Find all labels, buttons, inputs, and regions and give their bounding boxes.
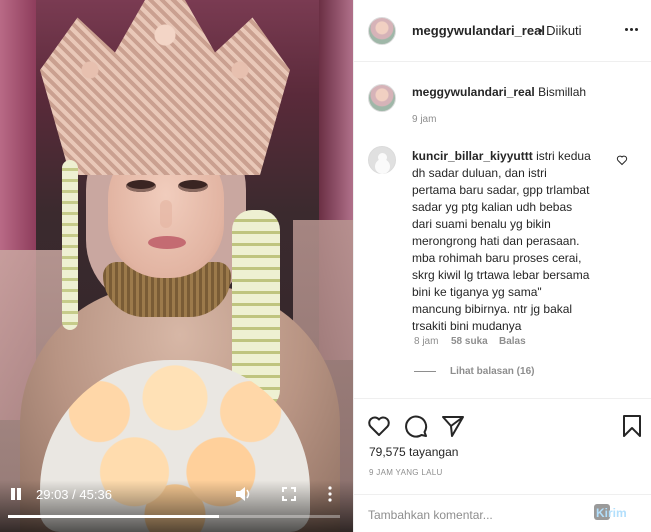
comment-body: kuncir_billar_kiyyuttt istri kedua dh sa… <box>412 148 612 335</box>
volume-icon[interactable] <box>236 487 252 501</box>
comment-line: pertama baru sadar, gpp trlambat <box>412 183 590 197</box>
view-count[interactable]: 79,575 tayangan <box>369 444 458 460</box>
comment-line: bini ke tiganya yg sama" <box>412 285 542 299</box>
avatar[interactable] <box>368 17 396 45</box>
more-icon[interactable] <box>325 486 335 502</box>
reply-button[interactable]: Balas <box>499 336 526 348</box>
comment-icon[interactable] <box>404 414 428 438</box>
post-actions <box>354 398 651 399</box>
comment-line: trsakiti bini mudanya <box>412 319 522 333</box>
replies-divider <box>414 371 436 372</box>
caption: meggywulandari_real Bismillah <box>412 84 640 101</box>
video-frame-lips <box>148 236 186 249</box>
pause-icon[interactable] <box>9 487 23 501</box>
comment-avatar[interactable] <box>368 146 396 174</box>
post-date: 9 JAM YANG LALU <box>369 468 443 477</box>
comment-likes[interactable]: 58 suka <box>451 336 488 348</box>
add-comment-bar: Kirim <box>354 494 651 532</box>
video-frame-eye <box>126 180 156 192</box>
caption-time: 9 jam <box>412 114 437 125</box>
header-username[interactable]: meggywulandari_real <box>412 23 545 39</box>
comment-line: dh sadar duluan, dan istri <box>412 166 547 180</box>
video-time: 29:03 / 45:36 <box>36 487 112 503</box>
comment-line: merongrong hati dan perasaan. <box>412 234 580 248</box>
caption-username[interactable]: meggywulandari_real <box>412 85 535 99</box>
comment-line: mba rohimah baru proses cerai, <box>412 251 582 265</box>
video-frame-crown <box>40 0 290 175</box>
caption-text: Bismillah <box>538 85 587 99</box>
comment-like-icon[interactable] <box>616 154 628 166</box>
post-side-panel: meggywulandari_real • Diikuti meggywulan… <box>353 0 651 532</box>
view-replies-button[interactable]: Lihat balasan (16) <box>450 366 534 378</box>
duration: 45:36 <box>79 487 112 502</box>
send-comment-button[interactable]: Kirim <box>596 506 627 520</box>
video-frame-jasmine <box>62 160 78 330</box>
video-progress-bar[interactable] <box>8 515 340 518</box>
time-separator: / <box>72 487 76 502</box>
comment-input[interactable] <box>368 506 588 524</box>
comment-line: dari suami benalu yg bikin <box>412 217 551 231</box>
post-header: meggywulandari_real • Diikuti <box>354 0 651 62</box>
heart-icon[interactable] <box>367 414 391 438</box>
current-time: 29:03 <box>36 487 69 502</box>
caption-avatar[interactable] <box>368 84 396 112</box>
comment-line: skrg kiwil lg trtawa lebar bersama <box>412 268 590 282</box>
video-frame-eye <box>178 180 208 192</box>
video-frame-nose <box>160 200 172 228</box>
comment-line: sadar yg ptg kalian udh bebas <box>412 200 573 214</box>
comment-line: istri kedua <box>536 149 591 163</box>
send-icon[interactable] <box>441 414 465 438</box>
comment-username[interactable]: kuncir_billar_kiyyuttt <box>412 149 533 163</box>
video-player[interactable]: 29:03 / 45:36 <box>0 0 353 532</box>
video-progress-fill <box>8 515 220 518</box>
follow-status[interactable]: • Diikuti <box>538 23 582 39</box>
bookmark-icon[interactable] <box>620 414 644 438</box>
comment-time: 8 jam <box>414 336 439 347</box>
fullscreen-icon[interactable] <box>282 487 296 501</box>
more-options-icon[interactable] <box>624 22 640 38</box>
comment-line: mancung bibirnya. ntr jg bakal <box>412 302 573 316</box>
